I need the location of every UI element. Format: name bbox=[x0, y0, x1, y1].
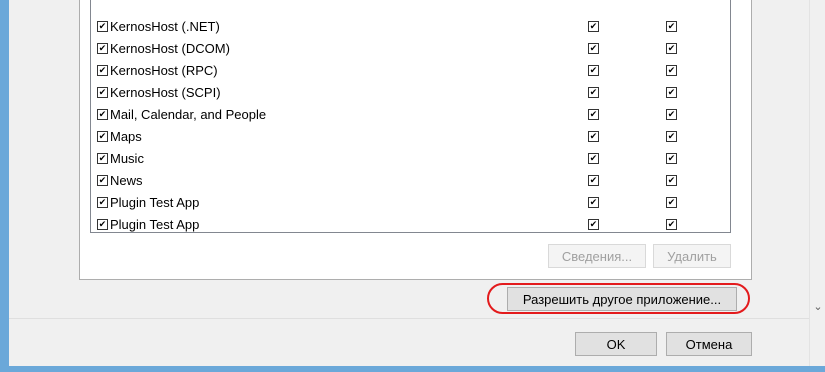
list-item[interactable]: ✔ KernosHost (.NET) ✔ ✔ bbox=[91, 16, 711, 38]
app-name: KernosHost (SCPI) bbox=[110, 85, 221, 100]
window-frame-bottom bbox=[0, 366, 825, 372]
window-frame-left bbox=[0, 0, 9, 372]
private-checkbox[interactable]: ✔ bbox=[588, 197, 599, 208]
public-checkbox[interactable]: ✔ bbox=[666, 197, 677, 208]
public-checkbox[interactable]: ✔ bbox=[666, 219, 677, 230]
private-checkbox[interactable]: ✔ bbox=[588, 131, 599, 142]
list-item[interactable]: ✔ KernosHost (SCPI) ✔ ✔ bbox=[91, 82, 711, 104]
public-checkbox[interactable]: ✔ bbox=[666, 21, 677, 32]
public-checkbox[interactable]: ✔ bbox=[666, 87, 677, 98]
list-item[interactable]: ✔ KernosHost (RPC) ✔ ✔ bbox=[91, 60, 711, 82]
app-name: Plugin Test App bbox=[110, 217, 200, 232]
private-checkbox[interactable]: ✔ bbox=[588, 175, 599, 186]
public-checkbox[interactable]: ✔ bbox=[666, 43, 677, 54]
remove-button[interactable]: Удалить bbox=[653, 244, 731, 268]
private-checkbox[interactable]: ✔ bbox=[588, 21, 599, 32]
private-checkbox[interactable]: ✔ bbox=[588, 109, 599, 120]
checkbox[interactable]: ✔ bbox=[97, 87, 108, 98]
checkbox[interactable]: ✔ bbox=[97, 175, 108, 186]
public-checkbox[interactable]: ✔ bbox=[666, 109, 677, 120]
list-item[interactable]: ✔ Plugin Test App ✔ ✔ bbox=[91, 192, 711, 214]
list-item[interactable]: ✔ KernosHost (DCOM) ✔ ✔ bbox=[91, 38, 711, 60]
checkbox[interactable]: ✔ bbox=[97, 21, 108, 32]
app-name: Maps bbox=[110, 129, 142, 144]
list-item[interactable]: ✔ Maps ✔ ✔ bbox=[91, 126, 711, 148]
app-name: Plugin Test App bbox=[110, 195, 200, 210]
checkbox[interactable]: ✔ bbox=[97, 65, 108, 76]
outer-scrollbar[interactable]: ⌄ bbox=[809, 0, 825, 366]
list-item[interactable]: ✔ News ✔ ✔ bbox=[91, 170, 711, 192]
private-checkbox[interactable]: ✔ bbox=[588, 87, 599, 98]
app-name: News bbox=[110, 173, 143, 188]
checkbox[interactable]: ✔ bbox=[97, 153, 108, 164]
public-checkbox[interactable]: ✔ bbox=[666, 175, 677, 186]
app-name: KernosHost (DCOM) bbox=[110, 41, 230, 56]
app-name: KernosHost (RPC) bbox=[110, 63, 218, 78]
allow-another-app-button[interactable]: Разрешить другое приложение... bbox=[507, 287, 737, 311]
checkbox[interactable]: ✔ bbox=[97, 197, 108, 208]
public-checkbox[interactable]: ✔ bbox=[666, 153, 677, 164]
private-checkbox[interactable]: ✔ bbox=[588, 43, 599, 54]
app-name: Music bbox=[110, 151, 144, 166]
ok-button[interactable]: OK bbox=[575, 332, 657, 356]
public-checkbox[interactable]: ✔ bbox=[666, 65, 677, 76]
allowed-apps-list[interactable]: ✔ KernosHost (.NET) ✔ ✔ ✔ KernosHost (DC… bbox=[90, 0, 731, 233]
private-checkbox[interactable]: ✔ bbox=[588, 153, 599, 164]
list-item[interactable]: ✔ Plugin Test App ✔ ✔ bbox=[91, 214, 711, 232]
list-item[interactable]: ✔ Mail, Calendar, and People ✔ ✔ bbox=[91, 104, 711, 126]
public-checkbox[interactable]: ✔ bbox=[666, 131, 677, 142]
checkbox[interactable]: ✔ bbox=[97, 131, 108, 142]
checkbox[interactable]: ✔ bbox=[97, 109, 108, 120]
private-checkbox[interactable]: ✔ bbox=[588, 219, 599, 230]
details-button[interactable]: Сведения... bbox=[548, 244, 646, 268]
private-checkbox[interactable]: ✔ bbox=[588, 65, 599, 76]
app-name: Mail, Calendar, and People bbox=[110, 107, 267, 122]
app-name: KernosHost (.NET) bbox=[110, 19, 220, 34]
checkbox[interactable]: ✔ bbox=[97, 43, 108, 54]
divider bbox=[9, 318, 809, 319]
list-item[interactable]: ✔ Music ✔ ✔ bbox=[91, 148, 711, 170]
cancel-button[interactable]: Отмена bbox=[666, 332, 752, 356]
checkbox[interactable]: ✔ bbox=[97, 219, 108, 230]
chevron-down-icon[interactable]: ⌄ bbox=[812, 300, 824, 314]
